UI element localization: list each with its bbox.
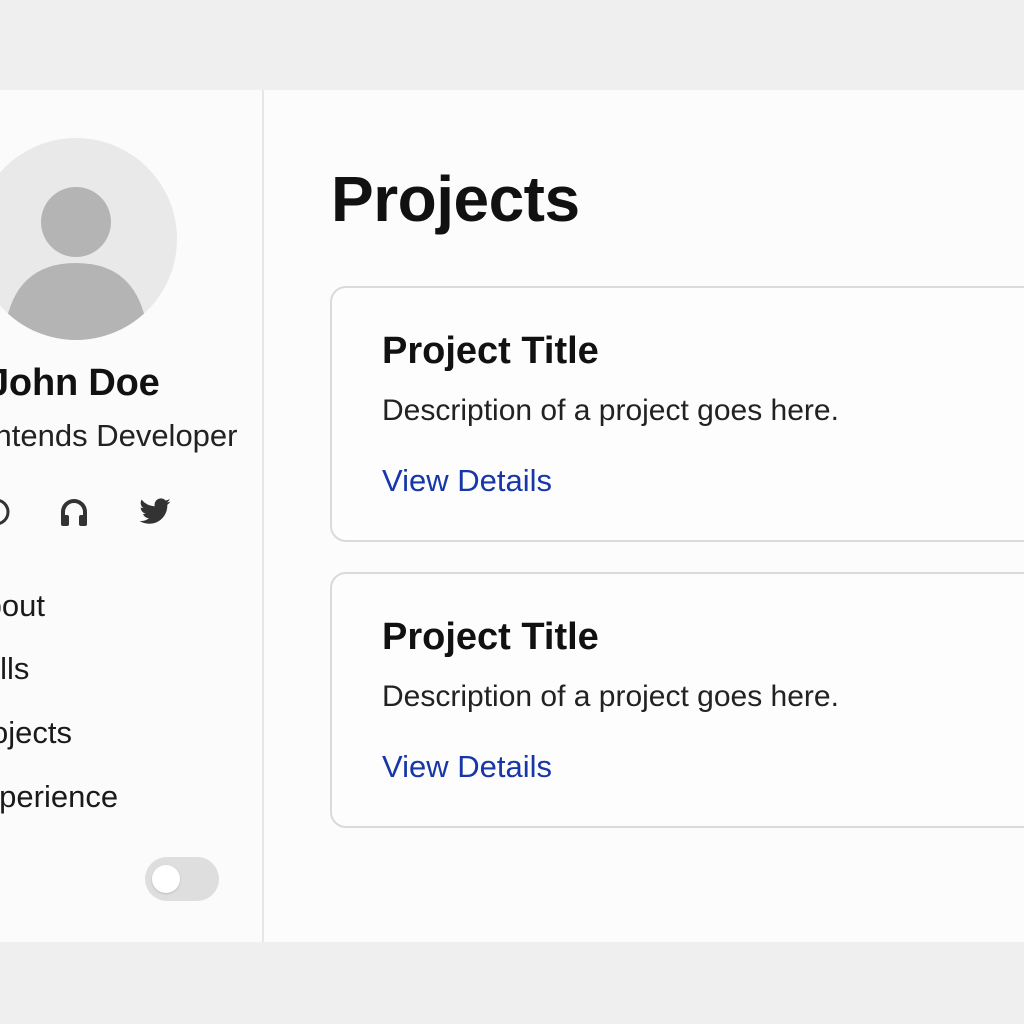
main-content: Projects Project Title Description of a …	[264, 90, 1024, 942]
profile-name: John Doe	[0, 362, 160, 404]
project-title: Project Title	[382, 616, 599, 658]
profile-role: Frontends Developer	[0, 418, 238, 453]
project-description: Description of a project goes here.	[382, 680, 839, 713]
page-title: Projects	[331, 163, 580, 235]
app-window: John Doe Frontends Developer About Skill…	[0, 90, 1024, 942]
theme-toggle[interactable]	[145, 857, 219, 901]
project-title: Project Title	[382, 330, 599, 372]
nav-item-projects[interactable]: Projects	[0, 715, 200, 751]
toggle-knob	[152, 865, 180, 893]
sidebar: John Doe Frontends Developer About Skill…	[0, 90, 264, 942]
project-card: Project Title Description of a project g…	[330, 572, 1024, 828]
user-avatar-icon	[0, 138, 177, 340]
twitter-icon[interactable]	[137, 494, 173, 530]
nav-item-experience[interactable]: Experience	[0, 779, 203, 815]
nav-item-skills[interactable]: Skills	[0, 651, 197, 687]
view-details-link[interactable]: View Details	[382, 749, 552, 785]
project-card: Project Title Description of a project g…	[330, 286, 1024, 542]
view-details-link[interactable]: View Details	[382, 463, 552, 499]
nav-item-about[interactable]: About	[0, 588, 204, 624]
project-description: Description of a project goes here.	[382, 394, 839, 427]
github-icon[interactable]	[56, 494, 92, 530]
linkedin-icon[interactable]	[0, 494, 14, 530]
